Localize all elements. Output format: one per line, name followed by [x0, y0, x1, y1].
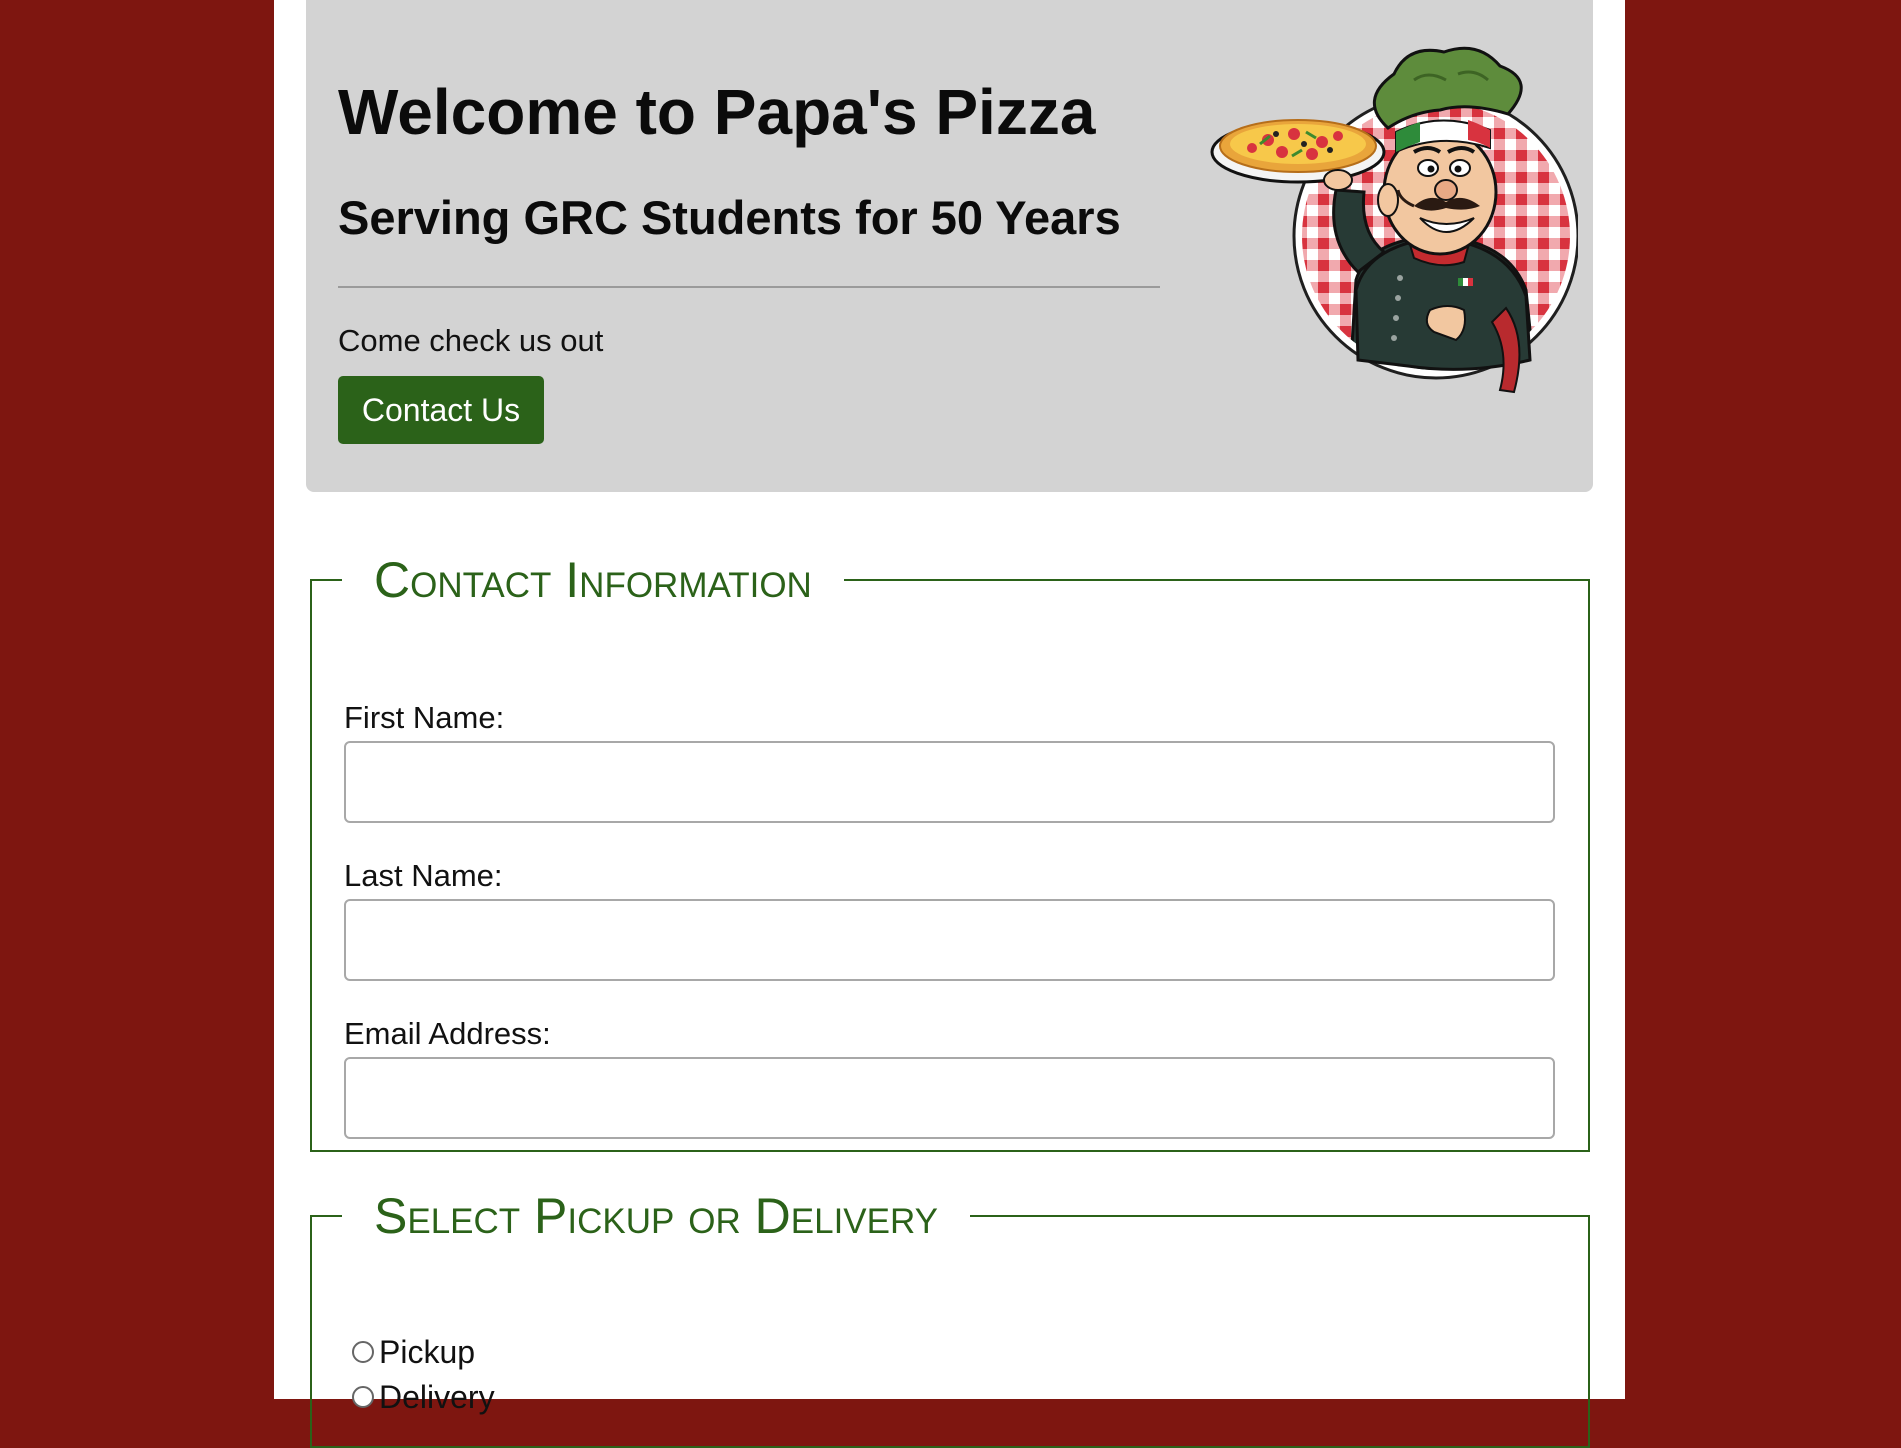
page-container: Welcome to Papa's Pizza Serving GRC Stud… [274, 0, 1625, 1448]
pickup-option[interactable]: Pickup [352, 1332, 475, 1372]
first-name-label: First Name: [344, 700, 505, 735]
contact-information-legend: Contact Information [374, 552, 812, 608]
pickup-label: Pickup [379, 1334, 476, 1370]
first-name-input[interactable] [344, 741, 1555, 823]
contact-us-button[interactable]: Contact Us [338, 376, 544, 444]
contact-information-fieldset: Contact Information First Name: Last Nam… [310, 552, 1590, 1152]
email-address-label: Email Address: [344, 1016, 551, 1051]
page-title: Welcome to Papa's Pizza [338, 76, 1096, 148]
pickup-delivery-legend: Select Pickup or Delivery [374, 1188, 938, 1244]
last-name-input[interactable] [344, 899, 1555, 981]
chef-mascot-image [1210, 46, 1578, 394]
delivery-label: Delivery [379, 1379, 495, 1415]
email-address-input[interactable] [344, 1057, 1555, 1139]
page-subtitle: Serving GRC Students for 50 Years [338, 191, 1121, 244]
delivery-radio[interactable] [352, 1386, 374, 1408]
lead-text: Come check us out [338, 323, 604, 358]
jumbotron-header: Welcome to Papa's Pizza Serving GRC Stud… [306, 0, 1593, 492]
pickup-radio[interactable] [352, 1341, 374, 1363]
header-divider [338, 286, 1160, 288]
pickup-delivery-fieldset: Select Pickup or Delivery Pickup Deliver… [310, 1188, 1590, 1448]
last-name-label: Last Name: [344, 858, 503, 893]
delivery-option[interactable]: Delivery [352, 1377, 495, 1417]
